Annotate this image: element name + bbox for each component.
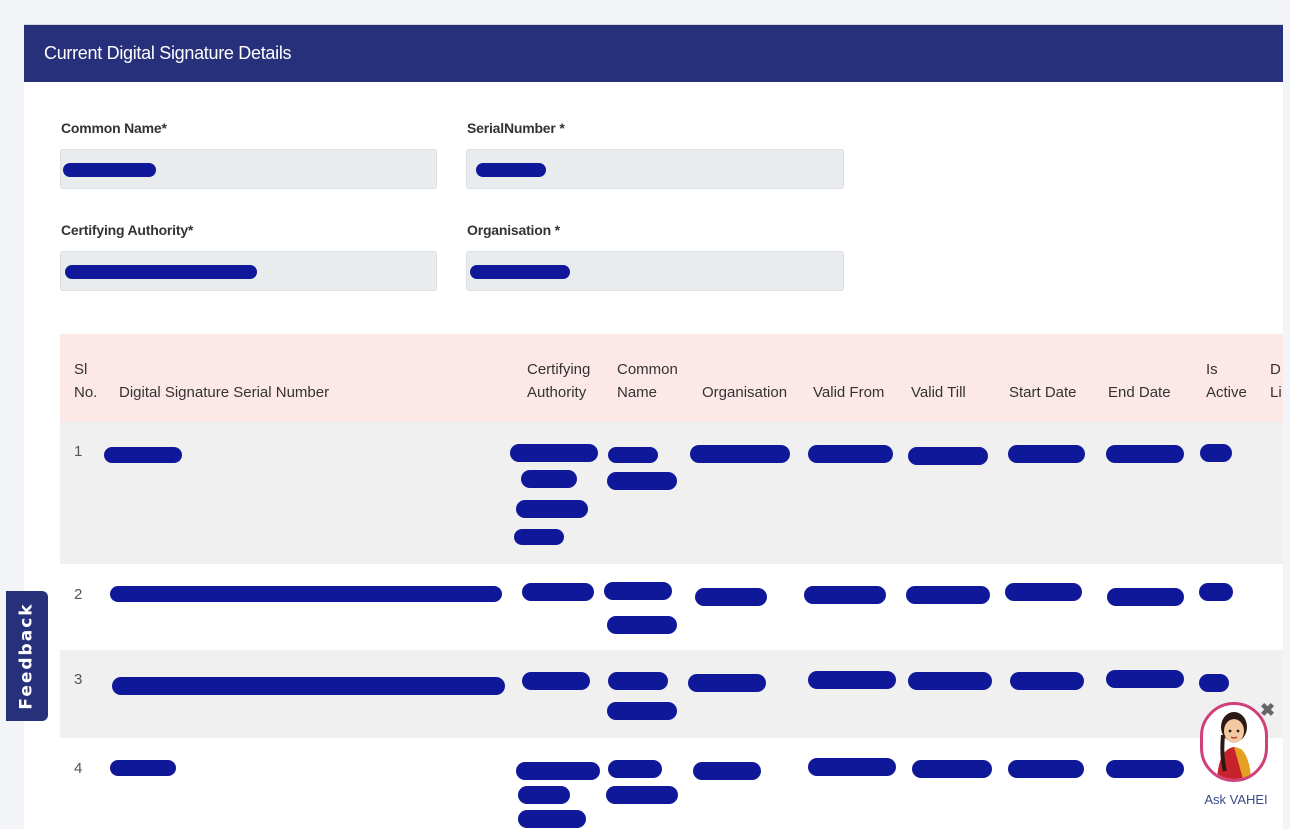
feedback-tab[interactable]: Feedback [6, 591, 48, 721]
redacted-value [1106, 760, 1184, 778]
th-valid-till: Valid Till [911, 384, 966, 401]
redacted-value [808, 671, 896, 689]
serial-number-field[interactable] [466, 149, 844, 189]
redacted-value [110, 760, 176, 776]
row-number: 4 [74, 760, 83, 777]
th-sl-no: Sl No. [74, 361, 98, 401]
feedback-label: Feedback [17, 602, 37, 710]
redacted-value [1106, 670, 1184, 688]
redacted-value [906, 586, 990, 604]
assistant-avatar-icon[interactable] [1200, 702, 1268, 782]
th-end-date: End Date [1108, 384, 1171, 401]
th-certifying-authority: Certifying Authority [527, 361, 591, 401]
redacted-value [112, 677, 505, 695]
row-number: 2 [74, 586, 83, 603]
redacted-value [607, 702, 677, 720]
redacted-value [1200, 444, 1232, 462]
table-row[interactable]: 2 [60, 564, 1283, 650]
row-number: 3 [74, 671, 83, 688]
redacted-value [604, 582, 672, 600]
organisation-label: Organisation * [467, 222, 560, 238]
th-valid-from: Valid From [813, 384, 885, 401]
redacted-value [522, 583, 594, 601]
certifying-authority-label: Certifying Authority* [61, 222, 194, 238]
certifying-authority-field[interactable] [60, 251, 437, 291]
table-row[interactable]: 3 [60, 650, 1283, 738]
th-common-name: Common Name [617, 361, 678, 401]
redacted-value [65, 265, 257, 279]
redacted-value [606, 786, 678, 804]
redacted-value [608, 672, 668, 690]
redacted-value [476, 163, 546, 177]
th-serial-number: Digital Signature Serial Number [119, 384, 330, 401]
common-name-label: Common Name* [61, 120, 167, 136]
redacted-value [1008, 445, 1085, 463]
redacted-value [516, 762, 600, 780]
redacted-value [607, 616, 677, 634]
redacted-value [521, 470, 577, 488]
redacted-value [808, 758, 896, 776]
redacted-value [1005, 583, 1082, 601]
redacted-value [908, 447, 988, 465]
card-header: Current Digital Signature Details [24, 25, 1283, 82]
redacted-value [510, 444, 598, 462]
row-number: 1 [74, 443, 83, 460]
redacted-value [516, 500, 588, 518]
redacted-value [1010, 672, 1084, 690]
redacted-value [608, 447, 658, 463]
redacted-value [912, 760, 992, 778]
redacted-value [908, 672, 992, 690]
redacted-value [607, 472, 677, 490]
redacted-value [808, 445, 893, 463]
ask-vahei-label[interactable]: Ask VAHEI [1198, 792, 1274, 807]
table-row[interactable]: 1 [60, 422, 1283, 564]
serial-number-label: SerialNumber * [467, 120, 565, 136]
signature-table: Sl No. Digital Signature Serial Number Ce… [60, 334, 1283, 829]
th-organisation: Organisation [702, 384, 788, 401]
card-title: Current Digital Signature Details [44, 43, 292, 63]
redacted-value [518, 810, 586, 828]
organisation-field[interactable] [466, 251, 844, 291]
redacted-value [1107, 588, 1184, 606]
redacted-value [1199, 583, 1233, 601]
redacted-value [695, 588, 767, 606]
redacted-value [804, 586, 886, 604]
redacted-value [514, 529, 564, 545]
redacted-value [470, 265, 570, 279]
redacted-value [1008, 760, 1084, 778]
redacted-value [688, 674, 766, 692]
redacted-value [522, 672, 590, 690]
redacted-value [690, 445, 790, 463]
redacted-value [1106, 445, 1184, 463]
redacted-value [104, 447, 182, 463]
digital-signature-card: Current Digital Signature Details Common… [24, 24, 1283, 829]
table-header: Sl No. Digital Signature Serial Number Ce… [60, 334, 1283, 422]
redacted-value [63, 163, 156, 177]
table-row[interactable]: 4 [60, 738, 1283, 829]
common-name-field[interactable] [60, 149, 437, 189]
th-d-li: D Li [1270, 361, 1282, 401]
redacted-value [518, 786, 570, 804]
redacted-value [110, 586, 502, 602]
redacted-value [608, 760, 662, 778]
th-is-active: Is Active [1206, 361, 1247, 401]
ask-vahei-widget[interactable]: ✖ Ask VAHEI [1198, 700, 1275, 810]
redacted-value [693, 762, 761, 780]
close-icon[interactable]: ✖ [1260, 700, 1275, 721]
redacted-value [1199, 674, 1229, 692]
th-start-date: Start Date [1009, 384, 1077, 401]
